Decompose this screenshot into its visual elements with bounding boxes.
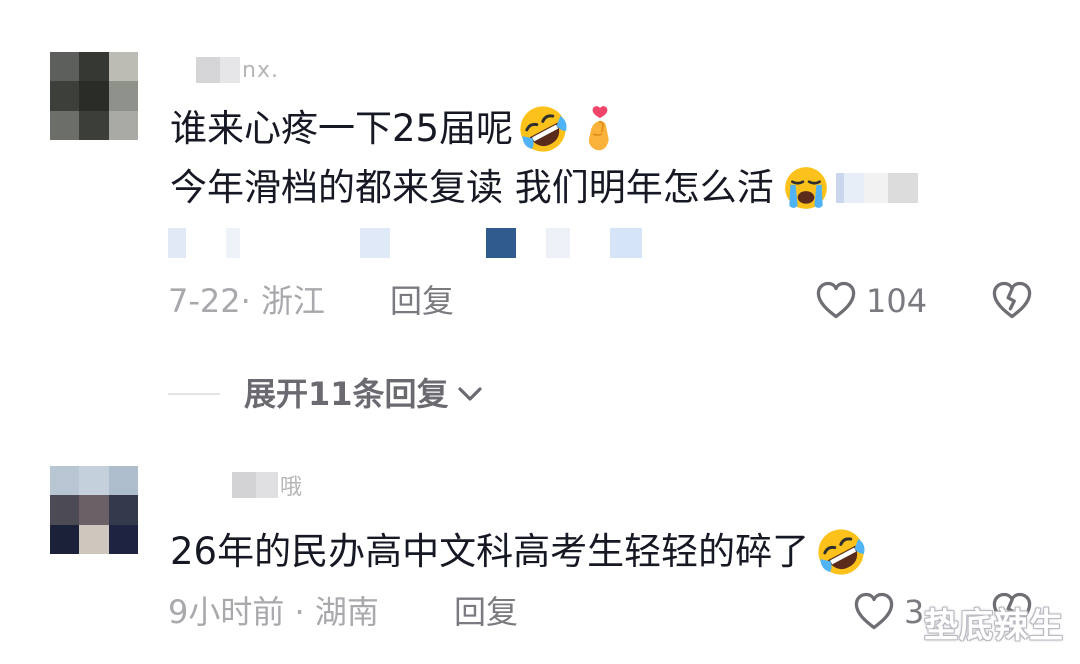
redacted-mention [835, 173, 918, 203]
rolling-on-floor-laughing-emoji [520, 106, 567, 152]
expand-replies-label: 展开11条回复 [244, 375, 449, 413]
like-count: 3 [904, 593, 925, 631]
rolling-on-floor-laughing-emoji [818, 529, 865, 575]
comment-text-line: 谁来心疼一下25届呢 [170, 103, 623, 155]
username-mosaic [232, 472, 256, 498]
username-mosaic [196, 57, 220, 83]
reply-button[interactable]: 回复 [454, 592, 518, 632]
expand-divider [168, 393, 220, 395]
redacted-link[interactable] [168, 228, 642, 258]
comment-text-line: 26年的民办高中文科高考生轻轻的碎了 [170, 526, 867, 578]
heart-outline-icon[interactable] [852, 589, 896, 633]
comment-meta: 9小时前 · 湖南 [168, 593, 379, 631]
username-mosaic [220, 57, 240, 83]
expand-replies-button[interactable]: 展开11条回复 [244, 373, 485, 415]
watermark: 垫底辣生 [924, 606, 1064, 646]
heart-outline-icon[interactable] [814, 278, 858, 322]
avatar[interactable] [50, 52, 138, 140]
username-text: 哦 [280, 475, 304, 500]
loudly-crying-emoji [784, 167, 827, 209]
comment-text: 26年的民办高中文科高考生轻轻的碎了 [170, 530, 810, 573]
username[interactable]: nx. [196, 57, 279, 83]
like-count: 104 [866, 282, 928, 320]
username-mosaic [256, 472, 278, 498]
chevron-down-icon [457, 387, 482, 401]
username[interactable]: 哦 [232, 472, 304, 500]
reply-button[interactable]: 回复 [390, 281, 454, 321]
username-text: nx. [242, 57, 279, 83]
comment-meta: 7-22· 浙江 [168, 282, 325, 320]
avatar[interactable] [50, 466, 138, 554]
comment-text-line: 今年滑档的都来复读 我们明年怎么活 [170, 164, 918, 212]
broken-heart-icon[interactable] [990, 278, 1034, 322]
comment-text: 今年滑档的都来复读 我们明年怎么活 [170, 166, 774, 209]
comment-text: 谁来心疼一下25届呢 [170, 107, 514, 150]
finger-heart-emoji [588, 106, 609, 151]
